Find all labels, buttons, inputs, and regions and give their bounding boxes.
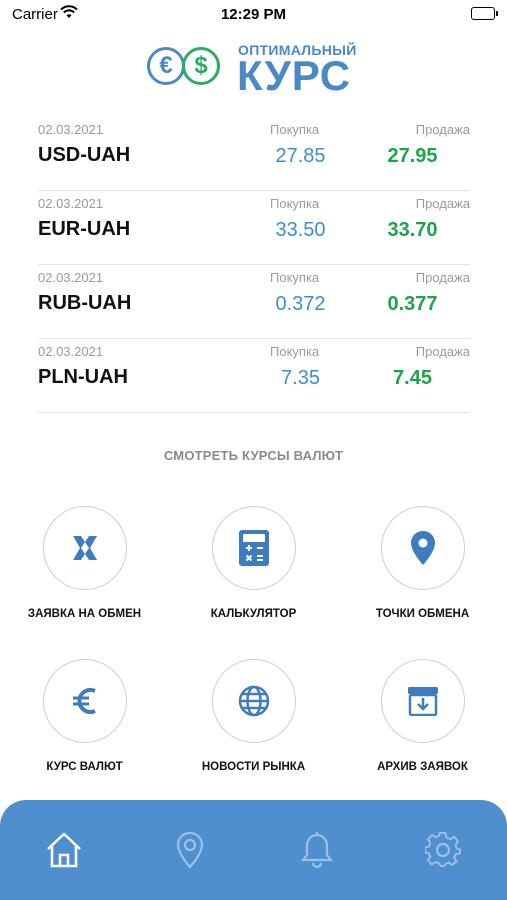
sell-value: 7.45	[393, 367, 432, 389]
sell-value: 0.377	[387, 293, 438, 315]
action-label: КУРС ВАЛЮТ	[46, 761, 123, 773]
exchange-request-button[interactable]: ЗАЯВКА НА ОБМЕН	[0, 506, 169, 620]
exchange-icon[interactable]	[42, 506, 127, 590]
action-label: КАЛЬКУЛЯТОР	[210, 608, 297, 620]
view-rates-link[interactable]: СМОТРЕТЬ КУРСЫ ВАЛЮТ	[0, 448, 507, 463]
tab-bar	[0, 800, 507, 900]
currency-pair: USD-UAH	[38, 144, 131, 166]
rate-row[interactable]: 02.03.2021 PLN-UAH Покупка 7.35 Продажа …	[38, 340, 470, 413]
exchange-points-button[interactable]: ТОЧКИ ОБМЕНА	[338, 506, 507, 620]
rate-date: 02.03.2021	[38, 122, 104, 137]
rates-list: 02.03.2021 USD-UAH Покупка 27.85 Продажа…	[38, 118, 470, 414]
rate-row[interactable]: 02.03.2021 EUR-UAH Покупка 33.50 Продажа…	[38, 192, 470, 265]
currency-pair: PLN-UAH	[38, 366, 128, 388]
buy-value: 7.35	[281, 367, 320, 389]
euro-coin-icon: €	[147, 47, 185, 85]
sell-label: Продажа	[415, 270, 470, 285]
currency-pair: RUB-UAH	[38, 292, 132, 314]
app-logo: € $ ОПТИМАЛЬНЫЙ КУРС	[145, 38, 365, 99]
buy-value: 0.372	[275, 293, 326, 315]
archive-icon[interactable]	[380, 659, 465, 743]
buy-label: Покупка	[270, 122, 320, 137]
currency-rates-button[interactable]: КУРС ВАЛЮТ	[0, 659, 169, 773]
sell-label: Продажа	[415, 344, 470, 359]
status-bar: Carrier 12:29 PM	[0, 0, 507, 30]
rate-row[interactable]: 02.03.2021 USD-UAH Покупка 27.85 Продажа…	[38, 118, 470, 191]
calculator-button[interactable]: КАЛЬКУЛЯТОР	[169, 506, 338, 620]
location-pin-icon[interactable]	[380, 506, 465, 590]
bell-icon[interactable]	[297, 830, 337, 870]
sell-value: 27.95	[387, 145, 438, 167]
home-icon[interactable]	[44, 830, 84, 870]
buy-value: 27.85	[275, 145, 326, 167]
action-label: ТОЧКИ ОБМЕНА	[375, 608, 470, 620]
rate-date: 02.03.2021	[38, 196, 104, 211]
globe-icon[interactable]	[211, 659, 296, 743]
clock: 12:29 PM	[220, 6, 287, 23]
calculator-icon[interactable]	[211, 506, 296, 590]
sell-label: Продажа	[415, 122, 470, 137]
buy-label: Покупка	[270, 196, 320, 211]
currency-pair: EUR-UAH	[38, 218, 131, 240]
requests-archive-button[interactable]: АРХИВ ЗАЯВОК	[338, 659, 507, 773]
sell-label: Продажа	[415, 196, 470, 211]
logo-title: КУРС	[237, 52, 352, 99]
sell-value: 33.70	[387, 219, 438, 241]
buy-value: 33.50	[275, 219, 326, 241]
action-label: ЗАЯВКА НА ОБМЕН	[27, 608, 142, 620]
action-label: НОВОСТИ РЫНКА	[201, 761, 306, 773]
buy-label: Покупка	[270, 270, 320, 285]
rate-date: 02.03.2021	[38, 270, 104, 285]
rate-row[interactable]: 02.03.2021 RUB-UAH Покупка 0.372 Продажа…	[38, 266, 470, 339]
euro-icon[interactable]	[42, 659, 127, 743]
market-news-button[interactable]: НОВОСТИ РЫНКА	[169, 659, 338, 773]
dollar-coin-icon: $	[182, 47, 220, 85]
action-label: АРХИВ ЗАЯВОК	[377, 761, 468, 773]
map-pin-icon[interactable]	[170, 830, 210, 870]
rate-date: 02.03.2021	[38, 344, 104, 359]
settings-gear-icon[interactable]	[423, 830, 463, 870]
buy-label: Покупка	[270, 344, 320, 359]
battery-icon	[471, 7, 498, 20]
